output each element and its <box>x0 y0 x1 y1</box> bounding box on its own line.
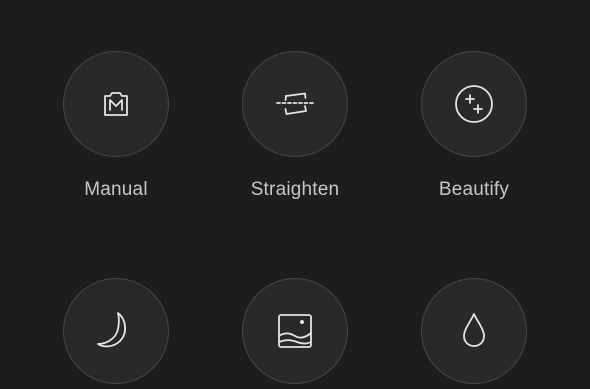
mode-label-beautify: Beautify <box>438 179 510 200</box>
night-moon-icon <box>97 312 126 348</box>
mode-label-manual: Manual <box>84 179 148 200</box>
manual-mode-button[interactable] <box>63 51 169 157</box>
beautify-mode-button[interactable] <box>421 51 527 157</box>
mode-label-straighten: Straighten <box>250 179 340 200</box>
mode-beautify[interactable]: Beautify <box>394 51 554 201</box>
mode-night[interactable] <box>36 278 196 389</box>
mode-straighten[interactable]: Straighten <box>215 51 375 201</box>
night-mode-button[interactable] <box>63 278 169 384</box>
mode-drop[interactable] <box>394 278 554 389</box>
beautify-sparkle-icon <box>455 85 493 123</box>
landscape-image-icon <box>278 314 312 348</box>
straighten-mode-button[interactable] <box>242 51 348 157</box>
mode-image[interactable] <box>215 278 375 389</box>
straighten-icon <box>276 92 314 115</box>
water-drop-icon <box>463 313 485 347</box>
camera-mode-grid: Manual Straighten Beautify <box>0 0 590 389</box>
image-mode-button[interactable] <box>242 278 348 384</box>
drop-mode-button[interactable] <box>421 278 527 384</box>
manual-camera-icon <box>104 92 128 116</box>
mode-manual[interactable]: Manual <box>36 51 196 201</box>
